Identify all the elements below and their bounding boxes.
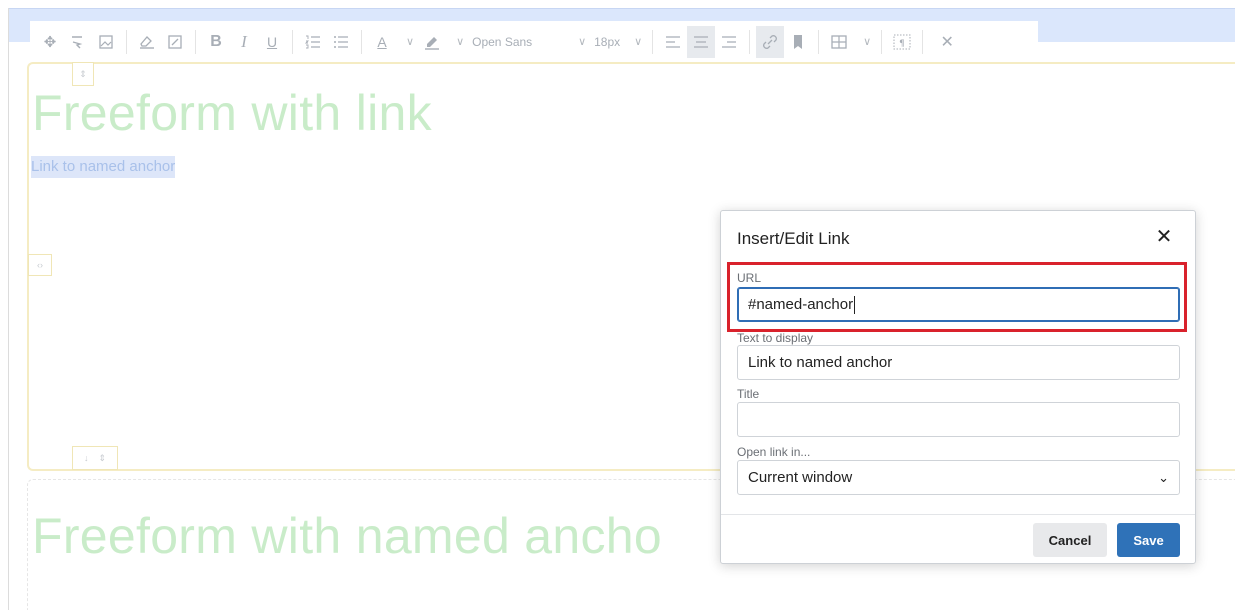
- align-center-button[interactable]: [687, 25, 716, 58]
- close-icon: ✕: [940, 33, 954, 51]
- toolbar-divider: [361, 29, 362, 54]
- cancel-button[interactable]: Cancel: [1033, 523, 1107, 557]
- table-icon: [831, 34, 847, 49]
- text-color-dropdown[interactable]: ∨: [396, 26, 418, 58]
- eraser-icon: [140, 35, 154, 49]
- move-handle-top[interactable]: ⇕: [72, 62, 94, 86]
- numbered-list-button[interactable]: [299, 26, 327, 58]
- toolbar-divider: [922, 29, 924, 54]
- toolbar-divider: [292, 29, 293, 54]
- open-link-in-value: Current window: [748, 469, 853, 486]
- title-label: Title: [737, 387, 760, 401]
- url-input[interactable]: #named-anchor: [737, 287, 1180, 322]
- chevron-down-icon: ∨: [406, 36, 415, 48]
- font-size-value: 18px: [594, 34, 621, 49]
- drag-arrows-icon[interactable]: ⇕: [98, 453, 106, 464]
- highlight-color-button[interactable]: [418, 26, 446, 58]
- highlight-color-dropdown[interactable]: ∨: [446, 26, 468, 58]
- text-to-display-input[interactable]: Link to named anchor: [737, 345, 1180, 380]
- highlighter-icon: [425, 36, 440, 50]
- bookmark-button[interactable]: [784, 26, 812, 58]
- dialog-title: Insert/Edit Link: [737, 229, 850, 248]
- chevron-down-icon: ∨: [456, 36, 465, 48]
- dialog-footer-divider: [721, 514, 1195, 515]
- text-to-display-label: Text to display: [737, 331, 814, 345]
- dialog-close-button[interactable]: ✕: [1153, 225, 1175, 249]
- font-family-value: Open Sans: [472, 34, 533, 49]
- insert-edit-link-dialog: Insert/Edit Link ✕ URL #named-anchor Tex…: [720, 210, 1196, 564]
- align-left-button[interactable]: [659, 26, 687, 58]
- close-icon: ✕: [1155, 226, 1173, 248]
- toolbar-divider: [126, 29, 127, 54]
- numbered-list-icon: [305, 35, 320, 48]
- align-right-button[interactable]: [715, 26, 743, 58]
- open-link-in-label: Open link in...: [737, 445, 811, 459]
- block-heading: Freeform with link: [32, 85, 432, 141]
- align-right-icon: [722, 35, 737, 48]
- selected-link-text[interactable]: Link to named anchor: [31, 156, 176, 178]
- image-edit-icon[interactable]: [161, 26, 189, 58]
- toolbar-divider: [818, 29, 820, 54]
- cursor-icon: [72, 35, 83, 48]
- underline-icon: U: [266, 33, 278, 50]
- close-toolbar-button[interactable]: ✕: [933, 26, 961, 58]
- chevron-down-icon: ∨: [634, 36, 643, 48]
- editor-page: Freeform with link Link to named anchor …: [0, 0, 1235, 610]
- bookmark-icon: [794, 34, 803, 49]
- picture-icon: [99, 34, 113, 49]
- bullet-list-icon: [334, 35, 348, 48]
- align-center-icon: [694, 35, 709, 48]
- table-dropdown[interactable]: ∨: [853, 26, 875, 58]
- url-label: URL: [737, 271, 762, 285]
- text-to-display-value: Link to named anchor: [748, 354, 893, 371]
- move-icon[interactable]: ✥: [36, 26, 64, 58]
- table-button[interactable]: [825, 26, 853, 58]
- link-icon: [763, 34, 778, 49]
- font-family-select[interactable]: Open Sans ∨: [468, 26, 590, 58]
- bold-button[interactable]: B: [202, 26, 230, 58]
- url-value: #named-anchor: [748, 296, 854, 313]
- block-handle-bottom[interactable]: ↓ ⇕: [72, 446, 118, 470]
- italic-button[interactable]: I: [230, 26, 258, 58]
- picture-edit-icon: [168, 34, 182, 49]
- text-color-button[interactable]: A: [368, 26, 396, 58]
- bullet-list-button[interactable]: [327, 26, 355, 58]
- image-icon[interactable]: [92, 26, 120, 58]
- bold-icon: B: [210, 32, 222, 50]
- font-size-select[interactable]: 18px ∨: [590, 26, 646, 58]
- link-button[interactable]: [756, 25, 785, 58]
- select-icon[interactable]: [64, 26, 92, 58]
- save-button[interactable]: Save: [1117, 523, 1180, 557]
- show-blocks-button[interactable]: ¶: [888, 26, 916, 58]
- svg-text:¶: ¶: [899, 39, 905, 49]
- block-heading-2: Freeform with named ancho: [32, 508, 663, 564]
- paragraph-marks-icon: ¶: [893, 34, 911, 49]
- toolbar-divider: [652, 29, 654, 54]
- editor-toolbar: ✥ B I U A ∨ ∨ Open Sans ∨ 18px ∨ ∨ ¶ ✕: [30, 21, 1038, 62]
- italic-icon: I: [241, 31, 247, 51]
- toolbar-divider: [195, 29, 196, 54]
- title-input[interactable]: [737, 402, 1180, 437]
- arrow-down-icon[interactable]: ↓: [84, 453, 89, 463]
- text-caret: [854, 295, 856, 314]
- text-color-icon: A: [377, 33, 387, 50]
- resize-handle-left[interactable]: ‹›: [28, 254, 52, 276]
- left-border: [8, 8, 9, 610]
- toolbar-divider: [881, 29, 883, 54]
- toolbar-divider: [749, 29, 751, 54]
- chevron-down-icon: ∨: [863, 36, 872, 48]
- chevron-down-icon: ⌄: [1158, 469, 1169, 485]
- underline-button[interactable]: U: [258, 26, 286, 58]
- open-link-in-select[interactable]: Current window ⌄: [737, 460, 1180, 495]
- horizontal-arrows-icon: ‹›: [37, 260, 43, 270]
- drag-arrows-icon: ⇕: [79, 68, 87, 79]
- align-left-icon: [666, 35, 681, 48]
- clear-format-icon[interactable]: [133, 26, 161, 58]
- chevron-down-icon: ∨: [578, 36, 587, 48]
